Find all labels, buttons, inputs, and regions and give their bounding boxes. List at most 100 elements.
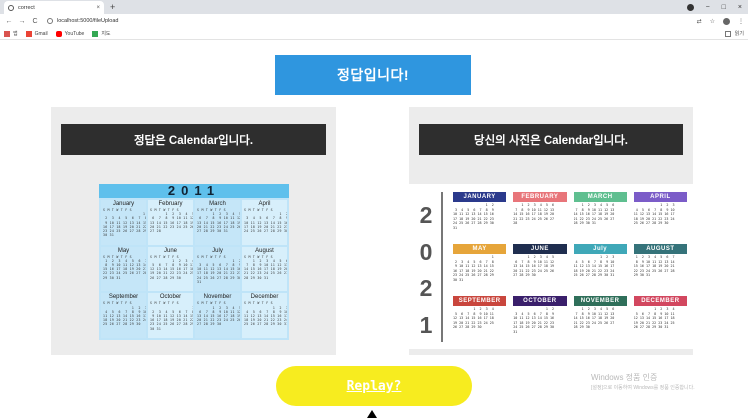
month-days: S M T W T F S 1 2 3 4 5 6 7 8 9 10 11 12… — [197, 208, 240, 234]
month-days: 1 2 3 4 5 6 7 8 9 10 11 12 13 14 15 16 1… — [513, 203, 555, 226]
maps-icon — [92, 30, 99, 37]
gmail-icon — [25, 30, 32, 37]
month-header: DECEMBER — [633, 296, 687, 306]
result-banner: 정답입니다! — [275, 55, 471, 95]
reload-icon[interactable]: C — [30, 18, 40, 25]
month-days: 1 2 3 4 5 6 7 8 9 10 11 12 13 14 15 16 1… — [573, 307, 615, 330]
calendar-month: JulyS M T W T F S 1 2 3 4 5 6 7 8 9 10 1… — [195, 246, 240, 292]
month-name: December — [250, 294, 279, 301]
calendar-month: OCTOBER 1 2 3 4 5 6 7 8 9 10 11 12 13 14… — [513, 296, 567, 344]
month-name: September — [108, 294, 139, 301]
answer-title: 정답은 Calendar입니다. — [61, 124, 326, 155]
month-days: S M T W T F S 1 2 3 4 5 6 7 8 9 10 11 12… — [244, 208, 287, 234]
calendar-month: NovemberS M T W T F S 1 2 3 4 5 6 7 8 9 … — [195, 293, 240, 338]
apps-grid-icon — [4, 30, 10, 37]
calendar-year-vertical: 2 0 2 1 — [415, 200, 437, 340]
info-icon[interactable] — [47, 18, 53, 24]
window-controls: − □ × — [686, 0, 748, 14]
month-days: S M T W T F S 1 2 3 4 5 6 7 8 9 10 11 12… — [150, 208, 193, 234]
month-days: S M T W T F S 1 2 3 4 5 6 7 8 9 10 11 12… — [197, 254, 240, 284]
calendar-month: OctoberS M T W T F S 1 2 3 4 5 6 7 8 9 1… — [148, 293, 193, 338]
reading-list-icon — [724, 30, 731, 37]
month-name: March — [209, 201, 226, 207]
month-days: 1 2 3 4 5 6 7 8 9 10 11 12 13 14 15 16 1… — [513, 255, 555, 278]
calendar-month: DecemberS M T W T F S 1 2 3 4 5 6 7 8 9 … — [242, 293, 287, 338]
month-days: 1 2 3 4 5 6 7 8 9 10 11 12 13 14 15 16 1… — [633, 255, 675, 278]
month-days: S M T W T F S 1 2 3 4 5 6 7 8 9 10 11 12… — [197, 301, 240, 327]
calendar-month: AUGUST 1 2 3 4 5 6 7 8 9 10 11 12 13 14 … — [633, 244, 687, 292]
tab-strip: correct × + − □ × — [0, 0, 748, 14]
photo-title: 당신의 사진은 Calendar입니다. — [419, 124, 683, 155]
calendar-month: FEBRUARY 1 2 3 4 5 6 7 8 9 10 11 12 13 1… — [513, 192, 567, 240]
month-name: June — [163, 247, 177, 254]
month-days: S M T W T F S 1 2 3 4 5 6 7 8 9 10 11 12… — [103, 254, 146, 280]
month-days: S M T W T F S 1 2 3 4 5 6 7 8 9 10 11 12… — [244, 254, 287, 280]
month-days: 1 2 3 4 5 6 7 8 9 10 11 12 13 14 15 16 1… — [633, 203, 675, 226]
calendar-month: JanuaryS M T W T F S 1 2 3 4 5 6 7 8 9 1… — [101, 200, 146, 245]
calendar-month: JANUARY 1 2 3 4 5 6 7 8 9 10 11 12 13 14… — [453, 192, 507, 240]
back-button[interactable]: ← — [4, 18, 14, 25]
calendar-year: 2011 — [99, 184, 289, 198]
bookmark-gmail[interactable]: Gmail — [25, 30, 48, 37]
calendar-month: DECEMBER 1 2 3 4 5 6 7 8 9 10 11 12 13 1… — [633, 296, 687, 344]
minimize-button[interactable]: − — [706, 4, 710, 11]
replay-button[interactable]: Replay? — [276, 366, 472, 406]
translate-icon[interactable]: ⇄ — [697, 18, 702, 25]
month-header: July — [573, 244, 627, 254]
calendar-month-grid: JANUARY 1 2 3 4 5 6 7 8 9 10 11 12 13 14… — [453, 192, 687, 344]
month-days: 1 2 3 4 5 6 7 8 9 10 11 12 13 14 15 16 1… — [573, 255, 615, 278]
tab-title: correct — [18, 4, 35, 11]
menu-icon[interactable]: ⋮ — [738, 18, 744, 25]
month-days: S M T W T F S 1 2 3 4 5 6 7 8 9 10 11 12… — [103, 208, 146, 238]
month-days: S M T W T F S 1 2 3 4 5 6 7 8 9 10 11 12… — [150, 301, 193, 331]
uploaded-photo: 2 0 2 1 JANUARY 1 2 3 4 5 6 7 8 9 10 11 … — [409, 184, 693, 349]
month-header: SEPTEMBER — [453, 296, 507, 306]
month-header: APRIL — [633, 192, 687, 202]
divider — [441, 192, 443, 342]
address-text[interactable]: localhost:5000/fileUpload — [57, 18, 118, 24]
mouse-cursor-icon — [367, 410, 377, 418]
bookmark-maps[interactable]: 지도 — [92, 30, 111, 37]
year-digit: 2 — [419, 202, 433, 228]
globe-icon — [8, 4, 14, 11]
browser-tab[interactable]: correct × — [4, 1, 104, 14]
watermark-title: Windows 정품 인증 — [591, 373, 658, 382]
month-header: FEBRUARY — [513, 192, 567, 202]
calendar-month: AprilS M T W T F S 1 2 3 4 5 6 7 8 9 10 … — [242, 200, 287, 245]
new-tab-button[interactable]: + — [110, 1, 115, 13]
month-days: S M T W T F S 1 2 3 4 5 6 7 8 9 10 11 12… — [103, 301, 146, 327]
bookmark-youtube[interactable]: YouTube — [55, 30, 84, 37]
bookmarks-bar: 앱 Gmail YouTube 지도 읽기 — [0, 28, 748, 40]
month-header: NOVEMBER — [573, 296, 627, 306]
answer-calendar-image: 2011 January S M T W T F S 1 2 3 4 5 6 7 … — [99, 184, 289, 340]
month-header: MARCH — [573, 192, 627, 202]
calendar-month: MARCH 1 2 3 4 5 6 7 8 9 10 11 12 13 14 1… — [573, 192, 627, 240]
address-bar[interactable]: localhost:5000/fileUpload — [47, 18, 118, 24]
month-days: 1 2 3 4 5 6 7 8 9 10 11 12 13 14 15 16 1… — [453, 203, 494, 230]
bookmark-star-icon[interactable]: ☆ — [710, 18, 715, 25]
avatar[interactable] — [723, 17, 730, 25]
navigation-bar: ← → C localhost:5000/fileUpload ⇄ ☆ ⋮ — [0, 14, 748, 28]
close-window-button[interactable]: × — [738, 4, 742, 11]
calendar-month-grid: JanuaryS M T W T F S 1 2 3 4 5 6 7 8 9 1… — [101, 200, 287, 338]
bookmark-apps[interactable]: 앱 — [4, 30, 18, 37]
month-header: JANUARY — [453, 192, 507, 202]
month-name: January — [112, 201, 135, 207]
month-name: February — [158, 201, 183, 207]
calendar-month: JuneS M T W T F S 1 2 3 4 5 6 7 8 9 10 1… — [148, 246, 193, 292]
month-header: MAY — [453, 244, 507, 254]
year-digit: 1 — [419, 311, 433, 338]
calendar-month: JUNE 1 2 3 4 5 6 7 8 9 10 11 12 13 14 15… — [513, 244, 567, 292]
answer-panel: 정답은 Calendar입니다. 2011 January S M T W T F… — [51, 107, 336, 355]
month-days: 1 2 3 4 5 6 7 8 9 10 11 12 13 14 15 16 1… — [453, 255, 494, 282]
calendar-month: MarchS M T W T F S 1 2 3 4 5 6 7 8 9 10 … — [195, 200, 240, 245]
profile-icon[interactable] — [686, 3, 694, 11]
tab-close-button[interactable]: × — [96, 5, 100, 11]
month-name: April — [258, 201, 271, 207]
toolbar-right: ⇄ ☆ ⋮ — [697, 17, 744, 25]
reading-list[interactable]: 읽기 — [724, 30, 744, 37]
maximize-button[interactable]: □ — [722, 4, 726, 11]
year-digit: 2 — [419, 275, 433, 302]
replay-link[interactable]: Replay? — [347, 379, 402, 394]
forward-button[interactable]: → — [17, 18, 27, 25]
